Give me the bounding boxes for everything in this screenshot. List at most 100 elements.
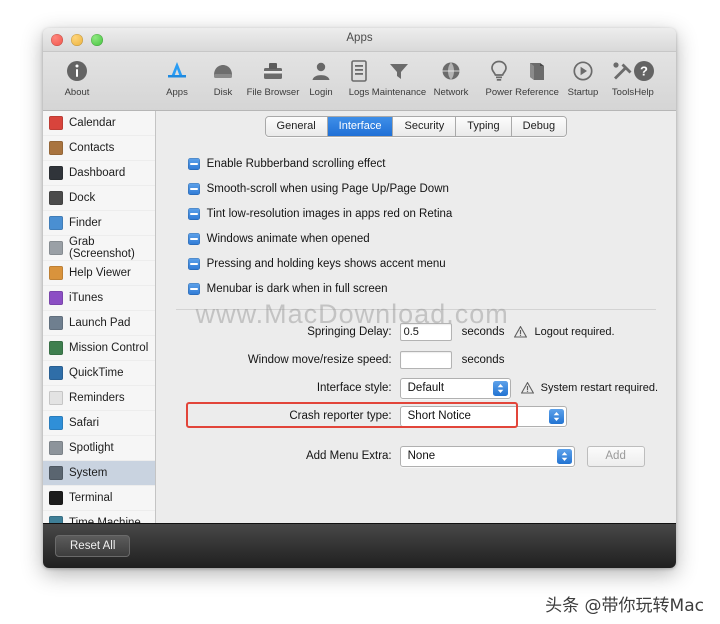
app-icon [49, 416, 63, 430]
checkbox-mixed-icon[interactable] [187, 182, 200, 195]
tab-typing[interactable]: Typing [456, 116, 512, 136]
checkbox-label: Smooth-scroll when using Page Up/Page Do… [206, 182, 449, 195]
interface-style-note: System restart required. [540, 382, 658, 394]
app-icon [49, 166, 63, 180]
app-icon [49, 216, 63, 230]
app-icon [49, 141, 63, 155]
window-body: Calendar Contacts Dashboard Dock Finder Grab … [43, 111, 676, 523]
sidebar-item-reminders[interactable]: Reminders [43, 386, 155, 411]
chevron-updown-icon [548, 408, 564, 424]
sidebar-item-time-machine[interactable]: Time Machine [43, 511, 155, 523]
checkbox-mixed-icon[interactable] [187, 257, 200, 270]
checkbox-row[interactable]: Enable Rubberband scrolling effect [187, 151, 658, 176]
reset-all-button[interactable]: Reset All [55, 535, 131, 557]
window-titlebar: Apps [43, 28, 676, 52]
sidebar-item-label: Launch Pad [69, 317, 131, 329]
toolbar-item-about[interactable]: About [49, 56, 105, 98]
app-icon [49, 391, 63, 405]
crash-reporter-value: Short Notice [407, 410, 471, 422]
sidebar-item-dock[interactable]: Dock [43, 186, 155, 211]
sidebar-item-quicktime[interactable]: QuickTime [43, 361, 155, 386]
toolbar-item-help[interactable]: ? Help [616, 56, 672, 98]
checkbox-label: Pressing and holding keys shows accent m… [206, 257, 446, 270]
app-icon [49, 366, 63, 380]
tab-group[interactable]: General Interface Security Typing Debug [264, 115, 568, 137]
window-title: Apps [346, 32, 373, 44]
app-icon [49, 241, 63, 255]
settings-form: Springing Delay: 0.5 seconds Logout requ… [174, 310, 658, 470]
interface-style-label: Interface style: [316, 382, 392, 394]
sidebar-item-grab-screenshot[interactable]: Grab (Screenshot) [43, 236, 155, 261]
app-icon [49, 441, 63, 455]
checkbox-mixed-icon[interactable] [187, 207, 200, 220]
checkbox-row[interactable]: Pressing and holding keys shows accent m… [187, 251, 658, 276]
toolbar-item-maintenance[interactable]: Maintenance [371, 56, 427, 98]
tab-interface[interactable]: Interface [327, 116, 394, 136]
toolbar-item-disk[interactable]: Disk [195, 56, 251, 98]
sidebar-item-safari[interactable]: Safari [43, 411, 155, 436]
toolbar-label: Disk [213, 87, 233, 98]
svg-text:?: ? [640, 64, 648, 79]
row-interface-style: Interface style: Default System restart [174, 374, 658, 402]
sidebar-item-label: Terminal [69, 492, 113, 504]
sidebar-item-terminal[interactable]: Terminal [43, 486, 155, 511]
interface-style-value: Default [407, 382, 445, 394]
app-list-sidebar[interactable]: Calendar Contacts Dashboard Dock Finder Grab … [43, 111, 156, 523]
sidebar-item-label: Safari [69, 417, 100, 429]
sidebar-item-label: Calendar [69, 117, 116, 129]
tab-security[interactable]: Security [393, 116, 457, 136]
springing-delay-unit: seconds [461, 326, 505, 338]
checkbox-label: Enable Rubberband scrolling effect [206, 157, 386, 170]
toolbar-label: About [64, 87, 90, 98]
sidebar-item-mission-control[interactable]: Mission Control [43, 336, 155, 361]
sidebar-item-finder[interactable]: Finder [43, 211, 155, 236]
chevron-updown-icon [492, 380, 508, 396]
interface-style-select[interactable]: Default [399, 377, 511, 399]
window-speed-unit: seconds [461, 354, 505, 366]
toolbar-label: Maintenance [371, 87, 427, 98]
checkbox-row[interactable]: Windows animate when opened [187, 226, 658, 251]
add-menu-extra-button[interactable]: Add [586, 445, 645, 467]
checkbox-mixed-icon[interactable] [187, 282, 200, 295]
tab-debug[interactable]: Debug [511, 116, 567, 136]
sidebar-item-label: System [69, 467, 108, 479]
sidebar-item-label: Grab (Screenshot) [69, 236, 135, 260]
row-springing-delay: Springing Delay: 0.5 seconds Logout requ… [174, 318, 658, 346]
menu-extra-value: None [407, 450, 436, 462]
sidebar-item-itunes[interactable]: iTunes [43, 286, 155, 311]
sidebar-item-help-viewer[interactable]: Help Viewer [43, 261, 155, 286]
app-icon [49, 266, 63, 280]
crash-reporter-select[interactable]: Short Notice [399, 405, 567, 427]
menu-extra-label: Add Menu Extra: [305, 450, 392, 462]
app-icon [49, 516, 63, 523]
main-toolbar: About Apps Disk File Browser Login Logs … [43, 52, 676, 111]
chevron-updown-icon [556, 448, 572, 464]
app-icon [49, 491, 63, 505]
checkbox-mixed-icon[interactable] [187, 232, 200, 245]
menu-extra-select[interactable]: None [399, 445, 575, 467]
checkbox-mixed-icon[interactable] [187, 157, 200, 170]
checkbox-label: Windows animate when opened [206, 232, 370, 245]
checkbox-row[interactable]: Menubar is dark when in full screen [187, 276, 658, 301]
springing-delay-input[interactable]: 0.5 [399, 323, 452, 341]
sidebar-item-label: iTunes [69, 292, 104, 304]
sidebar-item-contacts[interactable]: Contacts [43, 136, 155, 161]
sidebar-item-launch-pad[interactable]: Launch Pad [43, 311, 155, 336]
sidebar-item-system[interactable]: System [43, 461, 155, 486]
tab-general[interactable]: General [265, 116, 328, 136]
sidebar-item-label: QuickTime [69, 367, 124, 379]
window-speed-input[interactable] [399, 351, 452, 369]
interface-settings-panel: Enable Rubberband scrolling effect Smooth… [173, 141, 658, 523]
checkbox-row[interactable]: Smooth-scroll when using Page Up/Page Do… [187, 176, 658, 201]
sidebar-item-spotlight[interactable]: Spotlight [43, 436, 155, 461]
sidebar-item-label: Contacts [69, 142, 115, 154]
sidebar-item-label: Finder [69, 217, 102, 229]
tab-strip: General Interface Security Typing Debug [156, 111, 676, 141]
sidebar-item-calendar[interactable]: Calendar [43, 111, 155, 136]
sidebar-item-label: Spotlight [69, 442, 114, 454]
disk-icon [195, 56, 251, 86]
toolbar-label: Help [634, 87, 654, 98]
sidebar-item-dashboard[interactable]: Dashboard [43, 161, 155, 186]
checkbox-label: Menubar is dark when in full screen [206, 282, 388, 295]
checkbox-row[interactable]: Tint low-resolution images in apps red o… [187, 201, 658, 226]
